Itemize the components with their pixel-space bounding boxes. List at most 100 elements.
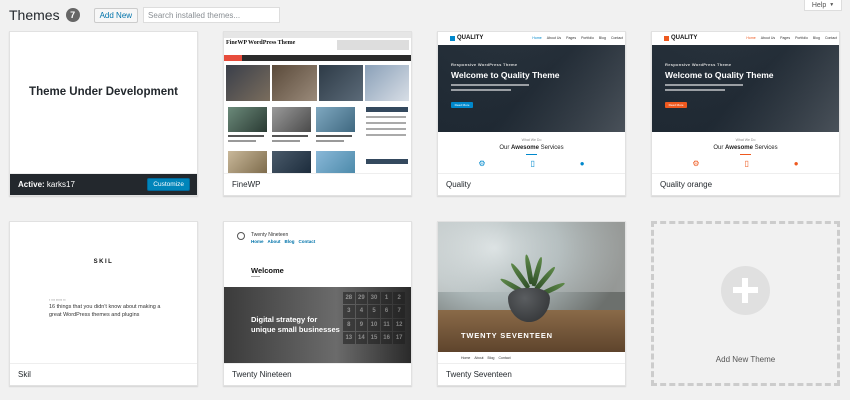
add-new-theme-card[interactable]: Add New Theme: [651, 221, 840, 386]
screenshot-image: [272, 151, 311, 173]
screenshot-image: [316, 107, 355, 132]
screenshot-logo-text: QUALITY: [457, 35, 484, 41]
theme-name-bar: Active: karks17 Customize: [10, 173, 197, 195]
screenshot-image: [316, 151, 355, 173]
theme-card[interactable]: TWENTY SEVENTEEN Home About Blog Contact…: [437, 221, 626, 386]
search-input[interactable]: [143, 7, 281, 23]
theme-card[interactable]: Twenty Nineteen Home About Blog Contact …: [223, 221, 412, 386]
screenshot-underline: [526, 154, 537, 155]
screenshot-title: FineWP WordPress Theme: [226, 40, 296, 46]
screenshot-tagline: Digital strategy for: [251, 315, 318, 324]
screenshot-text: [366, 116, 406, 118]
help-tab[interactable]: Help ▼: [804, 0, 842, 11]
screenshot-section-small: What We Do: [521, 138, 542, 142]
theme-screenshot: TWENTY SEVENTEEN Home About Blog Contact: [438, 222, 625, 363]
screenshot-text: [451, 89, 511, 91]
help-label: Help: [811, 1, 827, 9]
screenshot-section-title: Our Awesome Services: [713, 145, 778, 151]
screenshot-nav: [224, 55, 411, 61]
mobile-icon: ▯: [530, 159, 535, 168]
screenshot-text: [366, 134, 406, 136]
screenshot-hero-title: Welcome to Quality Theme: [451, 70, 560, 80]
screenshot-post-meta: ▪ ▪▪▪ ▪▪▪▪▪ ▪▪: [49, 298, 66, 302]
screenshot-logo: QUALITY: [450, 35, 483, 41]
screenshot-nav-item: Portfolio: [795, 36, 808, 40]
screenshot-nav-item: Pages: [566, 36, 577, 40]
theme-card[interactable]: QUALITY Home About Us Pages Portfolio Bl…: [651, 31, 840, 196]
mobile-icon: ▯: [744, 159, 749, 168]
screenshot-nav-item: Home: [251, 239, 264, 244]
customize-button[interactable]: Customize: [147, 178, 190, 191]
theme-name: FineWP: [224, 173, 411, 195]
screenshot-nav-item: Home: [532, 36, 542, 40]
screenshot-image: [272, 65, 317, 101]
screenshot-hero-button: Read More: [665, 102, 687, 108]
theme-name: Quality orange: [652, 173, 839, 195]
screenshot-text: [366, 122, 406, 124]
screenshot-sidebar: [366, 159, 408, 164]
wordpress-logo-icon: [237, 232, 245, 240]
screenshot-nav-items: Home About Us Pages Portfolio Blog Conta…: [532, 36, 623, 40]
screenshot-logo: SKIL: [93, 259, 114, 265]
gears-icon: ⚙: [478, 159, 486, 168]
screenshot-text: [316, 140, 344, 142]
screenshot-nav-item: About Us: [760, 36, 776, 40]
screenshot-underline: [740, 154, 751, 155]
screenshot-text: [366, 128, 406, 130]
screenshot-topbar: [224, 32, 411, 38]
theme-name: Quality: [438, 173, 625, 195]
screenshot-section-small: What We Do: [735, 138, 756, 142]
screenshot-image: [272, 107, 311, 132]
screenshot-logo-text: QUALITY: [671, 35, 698, 41]
theme-screenshot: QUALITY Home About Us Pages Portfolio Bl…: [652, 32, 839, 173]
screenshot-text: [316, 135, 352, 137]
screenshot-ad: [337, 40, 409, 50]
screenshot-nav-item: Blog: [487, 355, 495, 360]
screenshot-nav-item: Contact: [298, 239, 316, 244]
screenshot-hero-subtitle: Responsive WordPress Theme: [665, 62, 732, 67]
screenshot-divider: [251, 276, 260, 277]
page-header: Themes 7 Add New: [9, 5, 281, 25]
screenshot-nav-item: Blog: [284, 239, 295, 244]
theme-screenshot: Twenty Nineteen Home About Blog Contact …: [224, 222, 411, 363]
theme-card-active[interactable]: Theme Under Development Active: karks17 …: [9, 31, 198, 196]
screenshot-image: [226, 65, 271, 101]
screenshot-hero-button: Read More: [451, 102, 473, 108]
screenshot-image: [228, 107, 267, 132]
screenshot-image: [364, 65, 409, 101]
screenshot-section-title: Our Awesome Services: [499, 145, 564, 151]
page-title: Themes: [9, 7, 60, 23]
theme-count-badge: 7: [65, 8, 80, 22]
logo-icon: [450, 35, 455, 41]
users-icon: ●: [579, 159, 585, 168]
gears-icon: ⚙: [692, 159, 700, 168]
screenshot-tagline: unique small businesses: [251, 325, 340, 334]
theme-screenshot: SKIL ▪ ▪▪▪ ▪▪▪▪▪ ▪▪ 16 things that you d…: [10, 222, 197, 363]
theme-card[interactable]: FineWP WordPress Theme FineWP: [223, 31, 412, 196]
theme-name: Active: karks17: [18, 180, 75, 189]
screenshot-nav-item: About: [267, 239, 281, 244]
screenshot-text: [228, 135, 264, 137]
theme-card[interactable]: SKIL ▪ ▪▪▪ ▪▪▪▪▪ ▪▪ 16 things that you d…: [9, 221, 198, 386]
screenshot-site-title: Twenty Nineteen: [251, 232, 289, 238]
screenshot-nav-item: Contact: [610, 36, 623, 40]
plus-icon-vertical: [742, 278, 748, 303]
screenshot-nav: QUALITY Home About Us Pages Portfolio Bl…: [438, 32, 625, 45]
users-icon: ●: [793, 159, 799, 168]
screenshot-nav-active: [224, 55, 242, 61]
theme-name: Twenty Nineteen: [224, 363, 411, 385]
screenshot-nav: Home About Blog Contact: [251, 239, 315, 244]
logo-icon: [664, 35, 669, 41]
screenshot-nav-item: Contact: [824, 36, 837, 40]
screenshot-nav: Home About Blog Contact: [438, 352, 625, 363]
screenshot-nav-item: Home: [461, 355, 471, 360]
screenshot-nav-item: Blog: [598, 36, 606, 40]
add-new-button[interactable]: Add New: [93, 7, 139, 23]
chevron-down-icon: ▼: [829, 2, 835, 8]
screenshot-nav-item: Portfolio: [581, 36, 594, 40]
theme-card[interactable]: QUALITY Home About Us Pages Portfolio Bl…: [437, 31, 626, 196]
screenshot-hero-title: TWENTY SEVENTEEN: [461, 331, 553, 340]
screenshot-nav-items: Home About Us Pages Portfolio Blog Conta…: [746, 36, 837, 40]
theme-name: Skil: [10, 363, 197, 385]
screenshot-logo: QUALITY: [664, 35, 697, 41]
